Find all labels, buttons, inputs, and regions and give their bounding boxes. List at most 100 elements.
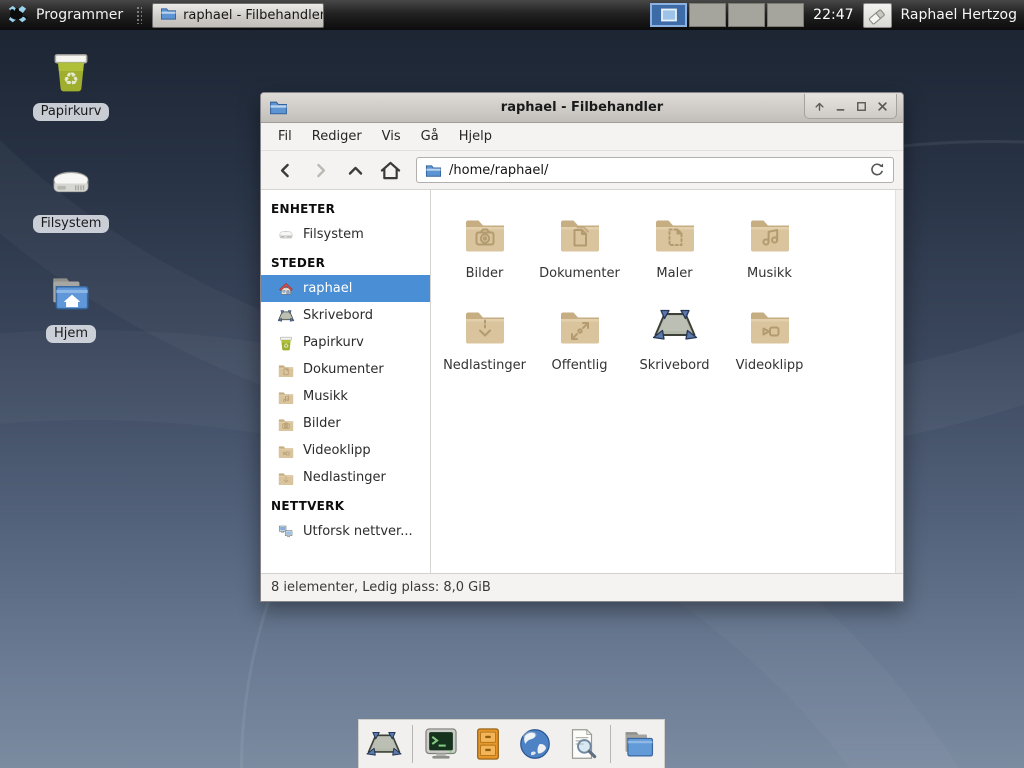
forward-button [305, 156, 336, 184]
sidebar-item-dokumenter[interactable]: Dokumenter [261, 356, 430, 383]
workspace-2[interactable] [689, 3, 726, 27]
sidebar-item-label: Skrivebord [303, 308, 373, 323]
dock-file-manager[interactable] [620, 725, 658, 763]
sidebar-header-enheter: ENHETER [261, 194, 430, 221]
top-panel: Programmer raphael - Filbehandler 22:47 … [0, 0, 1024, 30]
workspace-1[interactable] [650, 3, 687, 27]
eraser-button[interactable] [863, 3, 892, 28]
trash-icon: ♻ [277, 334, 295, 352]
folder-pictures-icon [461, 209, 509, 257]
sidebar-item-utforsk-nettver[interactable]: Utforsk nettver... [261, 518, 430, 545]
sidebar-item-musikk[interactable]: Musikk [261, 383, 430, 410]
titlebar[interactable]: raphael - Filbehandler [261, 93, 903, 123]
folder-pictures-icon [277, 415, 295, 433]
file-bilder[interactable]: Bilder [437, 209, 532, 281]
file-label: Offentlig [552, 358, 608, 373]
menu-rediger[interactable]: Rediger [303, 125, 371, 148]
menubar: FilRedigerVisGåHjelp [261, 123, 903, 151]
folder-videos-icon [746, 301, 794, 349]
file-nedlastinger[interactable]: Nedlastinger [437, 301, 532, 373]
menu-fil[interactable]: Fil [269, 125, 301, 148]
dock-file-cabinet[interactable] [469, 725, 507, 763]
file-skrivebord[interactable]: Skrivebord [627, 301, 722, 373]
file-dokumenter[interactable]: Dokumenter [532, 209, 627, 281]
path-bar[interactable]: /home/raphael/ [416, 157, 894, 183]
file-label: Musikk [747, 266, 792, 281]
sidebar-item-nedlastinger[interactable]: Nedlastinger [261, 464, 430, 491]
xfce-logo-icon[interactable] [6, 4, 29, 27]
menu-gå[interactable]: Gå [412, 125, 448, 148]
sidebar-item-label: Utforsk nettver... [303, 524, 413, 539]
minimize-button[interactable] [830, 96, 850, 116]
window-folder-icon [269, 99, 288, 116]
folder-documents-icon [277, 361, 295, 379]
file-musikk[interactable]: Musikk [722, 209, 817, 281]
sidebar-item-label: raphael [303, 281, 352, 296]
reload-icon[interactable] [869, 162, 885, 178]
sidebar-item-skrivebord[interactable]: Skrivebord [261, 302, 430, 329]
desktop-icon-hjem[interactable]: Hjem [25, 268, 117, 343]
window-folder-icon [425, 163, 442, 178]
workspace-4[interactable] [767, 3, 804, 27]
window-body: ENHETER Filsystem STEDER raphael Skrivebord ♻… [261, 190, 903, 573]
menu-hjelp[interactable]: Hjelp [450, 125, 501, 148]
sidebar-item-raphael[interactable]: raphael [261, 275, 430, 302]
file-maler[interactable]: Maler [627, 209, 722, 281]
sidebar-item-label: Papirkurv [303, 335, 364, 350]
file-label: Dokumenter [539, 266, 620, 281]
sidebar-header-nettverk: NETTVERK [261, 491, 430, 518]
clock[interactable]: 22:47 [813, 7, 853, 23]
sidebar-item-label: Bilder [303, 416, 341, 431]
desktop-icon-label: Filsystem [33, 215, 110, 233]
up-button[interactable] [340, 156, 371, 184]
taskbar-window-button[interactable]: raphael - Filbehandler [152, 3, 324, 28]
folder-templates-icon [651, 209, 699, 257]
maximize-button[interactable] [851, 96, 871, 116]
dock-web-browser[interactable] [516, 725, 554, 763]
folder-downloads-icon [277, 469, 295, 487]
file-label: Bilder [466, 266, 504, 281]
desktop-icon-label: Papirkurv [33, 103, 110, 121]
desktop-icon-filsystem[interactable]: Filsystem [25, 158, 117, 233]
workspace-3[interactable] [728, 3, 765, 27]
desktop-icon-papirkurv[interactable]: ♻ Papirkurv [25, 46, 117, 121]
panel-right: 22:47 Raphael Hertzog [650, 3, 1024, 28]
sidebar-item-videoklipp[interactable]: Videoklipp [261, 437, 430, 464]
panel-left: Programmer raphael - Filbehandler [0, 3, 324, 28]
sidebar-item-label: Musikk [303, 389, 348, 404]
svg-text:♻: ♻ [63, 70, 79, 90]
folder-public-icon [556, 301, 604, 349]
desktop-icon [651, 301, 699, 349]
home-button[interactable] [375, 156, 406, 184]
sidebar-header-steder: STEDER [261, 248, 430, 275]
taskbar-window-label: raphael - Filbehandler [183, 8, 324, 23]
shade-button[interactable] [809, 96, 829, 116]
status-text: 8 ielementer, Ledig plass: 8,0 GiB [271, 580, 491, 595]
sidebar-item-papirkurv[interactable]: ♻ Papirkurv [261, 329, 430, 356]
drive-icon [46, 158, 96, 208]
toolbar: /home/raphael/ [261, 151, 903, 190]
file-label: Videoklipp [736, 358, 804, 373]
desktop-icon-label: Hjem [46, 325, 96, 343]
screen: ♻ Papirkurv Filsystem Hjem Programmer rapha… [0, 0, 1024, 768]
sidebar-item-filsystem[interactable]: Filsystem [261, 221, 430, 248]
sidebar-item-bilder[interactable]: Bilder [261, 410, 430, 437]
sidebar-item-label: Filsystem [303, 227, 364, 242]
nav-buttons [270, 156, 406, 184]
dock-show-desktop[interactable] [365, 725, 403, 763]
file-videoklipp[interactable]: Videoklipp [722, 301, 817, 373]
close-button[interactable] [872, 96, 892, 116]
dock-search-files[interactable] [563, 725, 601, 763]
back-button[interactable] [270, 156, 301, 184]
scrollbar-track[interactable] [895, 190, 903, 573]
applications-menu[interactable]: Programmer [36, 7, 123, 23]
file-offentlig[interactable]: Offentlig [532, 301, 627, 373]
file-view[interactable]: Bilder Dokumenter Maler Musikk Nedlastinger O… [431, 190, 903, 573]
panel-grip [136, 6, 142, 24]
status-bar: 8 ielementer, Ledig plass: 8,0 GiB [261, 573, 903, 601]
file-manager-window: raphael - Filbehandler FilRedigerVisGåHj… [260, 92, 904, 602]
folder-videos-icon [277, 442, 295, 460]
menu-vis[interactable]: Vis [373, 125, 410, 148]
folder-documents-icon [556, 209, 604, 257]
dock-terminal[interactable] [422, 725, 460, 763]
